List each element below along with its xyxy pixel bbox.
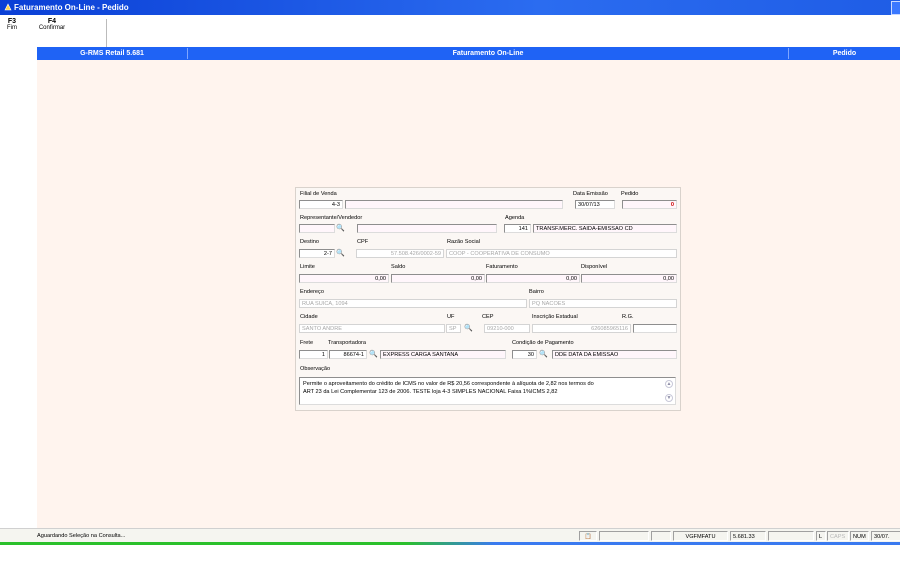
obs-line-1: Permite o aproveitamento do crédito de I… (303, 381, 594, 387)
obs-line-2: ART 23 da Lei Complementar 123 de 2006. … (303, 389, 558, 395)
disponivel-label: Disponível (581, 264, 608, 270)
cidade-field: SANTO ANDRE (299, 324, 445, 333)
clipboard-icon[interactable]: 📋 (579, 531, 597, 541)
status-panel-empty (651, 531, 671, 541)
status-program: VGFMFATU (673, 531, 728, 541)
binoculars-icon[interactable]: 🔍 (336, 224, 345, 233)
destino-label: Destino (300, 239, 319, 245)
limite-field: 0,00 (299, 274, 389, 283)
filial-label: Filial de Venda (300, 191, 337, 197)
status-panel-empty (768, 531, 814, 541)
f3-label: Fim (7, 25, 17, 31)
faturamento-field: 0,00 (486, 274, 580, 283)
agenda-desc-field: TRANSF.MERC. SAIDA-EMISSAO CD (533, 224, 677, 233)
window-close-button[interactable] (891, 1, 900, 15)
pedido-field[interactable]: 0 (622, 200, 677, 209)
status-bar: Aguardando Seleção na Consulta... 📋 VGFM… (0, 528, 900, 543)
scroll-up-icon[interactable]: ▲ (665, 380, 673, 388)
limite-label: Limite (300, 264, 315, 270)
header-bar: G-RMS Retail 5.681 Faturamento On-Line P… (37, 47, 900, 60)
destino-code-field[interactable]: 2-7 (299, 249, 335, 258)
endereco-field: RUA SUICA, 1094 (299, 299, 527, 308)
cidade-label: Cidade (300, 314, 318, 320)
saldo-field: 0,00 (391, 274, 485, 283)
f4-button[interactable]: F4 Confirmar (33, 18, 71, 31)
endereco-label: Endereço (300, 289, 324, 295)
transportadora-label: Transportadora (328, 340, 367, 346)
cep-label: CEP (482, 314, 494, 320)
obs-label: Observação (300, 366, 331, 372)
representante-label: Representante/Vendedor (300, 215, 363, 221)
rg-field (633, 324, 677, 333)
representante-code-field[interactable] (299, 224, 335, 233)
status-panel-empty (599, 531, 649, 541)
disponivel-field: 0,00 (581, 274, 677, 283)
binoculars-icon[interactable]: 🔍 (369, 350, 378, 359)
binoculars-icon[interactable]: 🔍 (464, 324, 473, 333)
status-message: Aguardando Seleção na Consulta... (35, 531, 577, 541)
filial-name-field[interactable] (345, 200, 563, 209)
status-caps: CAPS (827, 531, 849, 541)
obs-textarea[interactable]: Permite o aproveitamento do crédito de I… (299, 377, 676, 405)
uf-field: SP (446, 324, 461, 333)
razao-field: COOP - COOPERATIVA DE CONSUMO (446, 249, 677, 258)
ie-field: 626085965116 (532, 324, 631, 333)
toolbar: F3 Fim F4 Confirmar (0, 15, 900, 47)
header-module: Faturamento On-Line (452, 50, 524, 57)
toolbar-divider (106, 19, 107, 47)
data-emissao-field[interactable]: 30/07/13 (575, 200, 615, 209)
window-title: Faturamento On-Line - Pedido (14, 3, 129, 12)
uf-label: UF (447, 314, 455, 320)
frete-label: Frete (300, 340, 314, 346)
data-emissao-label: Data Emissão (573, 191, 608, 197)
binoculars-icon[interactable]: 🔍 (539, 350, 548, 359)
bottom-accent-line (0, 542, 900, 545)
cond-code-field[interactable]: 30 (512, 350, 537, 359)
razao-label: Razão Social (447, 239, 480, 245)
status-version: 5.681.33 (730, 531, 766, 541)
cpf-label: CPF (357, 239, 369, 245)
bairro-label: Bairro (529, 289, 544, 295)
app-icon (4, 3, 12, 11)
transportadora-name-field: EXPRESS CARGA SANTANA (380, 350, 506, 359)
order-form: Filial de Venda 4-3 Data Emissão 30/07/1… (295, 187, 681, 411)
header-app: G-RMS Retail 5.681 (80, 50, 144, 57)
f3-button[interactable]: F3 Fim (6, 18, 18, 31)
status-date: 30/07. (871, 531, 900, 541)
f4-label: Confirmar (38, 25, 66, 31)
f3-key: F3 (7, 18, 17, 25)
header-screen: Pedido (832, 50, 857, 57)
status-num: NUM (850, 531, 869, 541)
scroll-down-icon[interactable]: ▼ (665, 394, 673, 402)
representante-name-field[interactable] (357, 224, 497, 233)
cond-desc-field: DDE DATA DA EMISSAO (552, 350, 677, 359)
status-l: L (816, 531, 826, 541)
transportadora-code-field[interactable]: 86674-1 (329, 350, 367, 359)
f4-key: F4 (47, 18, 57, 25)
frete-field[interactable]: 1 (299, 350, 328, 359)
saldo-label: Saldo (391, 264, 406, 270)
faturamento-label: Faturamento (486, 264, 518, 270)
ie-label: Inscrição Estadual (532, 314, 578, 320)
binoculars-icon[interactable]: 🔍 (336, 249, 345, 258)
agenda-label: Agenda (505, 215, 525, 221)
title-bar: Faturamento On-Line - Pedido (0, 0, 900, 15)
cpf-field: 57.508.426/0002-59 (356, 249, 444, 258)
rg-label: R.G. (622, 314, 634, 320)
cep-field: 09210-000 (484, 324, 530, 333)
filial-code-field[interactable]: 4-3 (299, 200, 343, 209)
agenda-code-field[interactable]: 141 (504, 224, 531, 233)
bairro-field: PQ NACOES (529, 299, 677, 308)
pedido-label: Pedido (621, 191, 639, 197)
cond-label: Condição de Pagamento (512, 340, 574, 346)
